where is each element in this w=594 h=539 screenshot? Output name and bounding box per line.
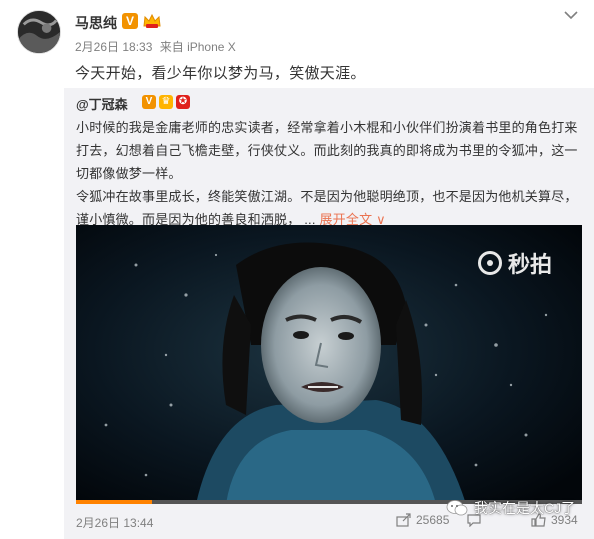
watermark-text: 我实在是太CJ了 [474,500,576,516]
repost-author[interactable]: @丁冠森 [76,94,128,113]
wechat-icon [446,500,468,516]
user-name[interactable]: 马思纯 [75,13,117,33]
repost-count: 25685 [416,513,450,527]
video-watermark-text: 秒拍 [507,252,552,277]
repost-button[interactable]: 25685 [396,513,449,527]
chevron-down-icon[interactable] [562,8,580,22]
camera-icon [477,251,502,275]
video-progress-fill [76,500,152,504]
repost-badges: V ♛ ✪ [142,94,190,110]
verified-icon: V [122,13,138,29]
vip-crown-icon [142,12,162,30]
video-player[interactable]: 秒拍 [76,225,582,504]
wechat-watermark: 我实在是太CJ了 [446,498,575,518]
user-avatar[interactable] [17,10,61,54]
post-text: 今天开始，看少年你以梦为马，笑傲天涯。 [75,65,366,82]
vip-crown-icon: ♛ [159,95,173,109]
post-date[interactable]: 2月26日 18:33 [75,40,152,54]
repost-paragraph-1: 小时候的我是金庸老师的忠实读者，经常拿着小木棍和小伙伴们扮演着书里的角色打来打去… [76,120,578,181]
verified-icon: V [142,95,156,109]
share-icon [396,513,411,527]
repost-box: @丁冠森 V ♛ ✪ 小时候的我是金庸老师的忠实读者，经常拿着小木棍和小伙伴们扮… [64,88,594,539]
repost-date[interactable]: 2月26日 13:44 [76,514,153,531]
medal-icon: ✪ [176,95,190,109]
video-watermark: 秒拍 [477,247,552,279]
weibo-post: 马思纯 V 2月26日 18:33 来自 iPhone X 今天开始，看少年你以… [0,0,594,539]
post-meta: 2月26日 18:33 来自 iPhone X [75,38,236,55]
repost-text: 小时候的我是金庸老师的忠实读者，经常拿着小木棍和小伙伴们扮演着书里的角色打来打去… [76,116,582,231]
post-source: 来自 iPhone X [159,40,236,54]
